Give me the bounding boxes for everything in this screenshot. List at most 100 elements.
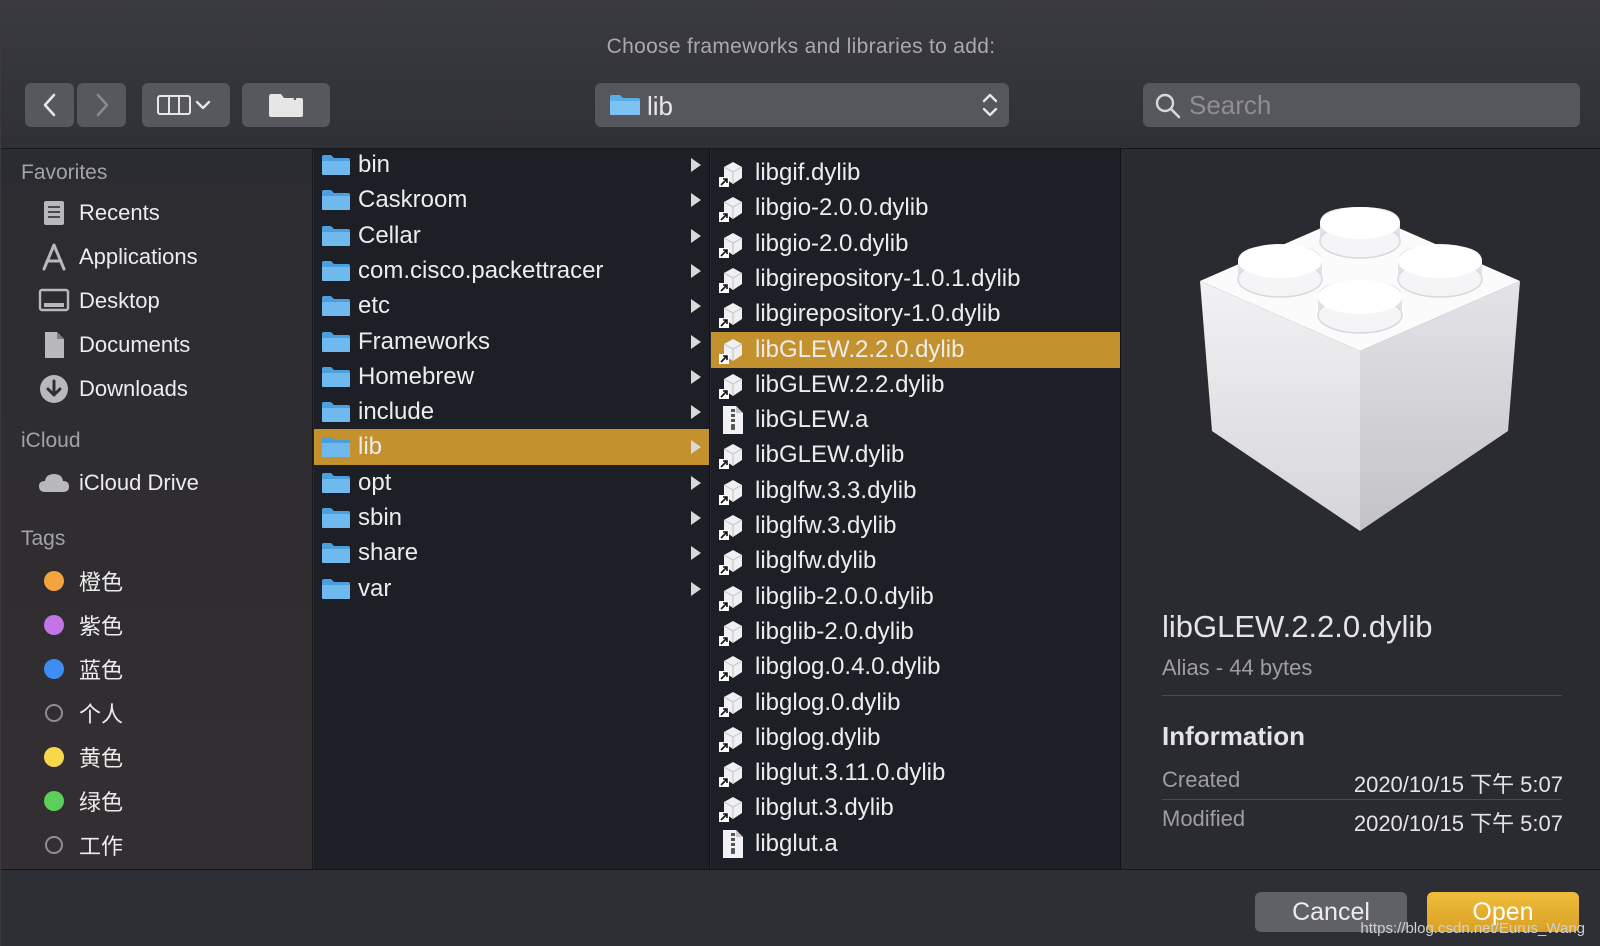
sidebar-item-recents[interactable]: Recents — [37, 195, 307, 231]
folder-name: var — [358, 574, 392, 602]
sidebar: Favorites Recents Applications Desktop D… — [1, 149, 313, 869]
disclosure-arrow-icon — [690, 545, 702, 566]
sidebar-item-desktop[interactable]: Desktop — [37, 283, 307, 319]
file-row[interactable]: libGLEW.dylib — [711, 437, 1120, 473]
folder-row[interactable]: com.cisco.packettracer — [314, 253, 709, 289]
alias-library-icon — [713, 758, 753, 788]
tags-header: Tags — [21, 527, 66, 550]
archive-file-icon — [713, 405, 753, 435]
forward-button[interactable] — [77, 83, 126, 127]
desktop-icon — [37, 285, 71, 317]
tag-color-dot — [44, 659, 64, 679]
file-row[interactable]: libGLEW.2.2.0.dylib — [711, 331, 1120, 368]
file-row[interactable]: libGLEW.a — [711, 402, 1120, 438]
folder-row[interactable]: Cellar — [314, 218, 709, 254]
favorites-header: Favorites — [21, 161, 108, 184]
path-popup[interactable]: lib — [595, 83, 1009, 127]
folder-row[interactable]: lib — [314, 429, 709, 466]
file-name: libgirepository-1.0.1.dylib — [755, 264, 1021, 292]
folder-name: Frameworks — [358, 327, 491, 355]
file-row[interactable]: libGLEW.2.2.dylib — [711, 367, 1120, 403]
sidebar-item-tag[interactable]: 蓝色 — [37, 651, 307, 687]
sidebar-item-tag[interactable]: 工作 — [37, 827, 307, 863]
file-row[interactable]: libglfw.3.dylib — [711, 508, 1120, 544]
file-name: libglog.0.dylib — [755, 688, 901, 716]
new-folder-button[interactable] — [242, 83, 330, 127]
file-row[interactable]: libglog.0.4.0.dylib — [711, 649, 1120, 685]
applications-icon — [37, 241, 71, 273]
tag-color-dot — [44, 571, 64, 591]
folder-name: Homebrew — [358, 362, 475, 390]
folder-icon — [610, 95, 640, 115]
created-label: Created — [1162, 767, 1241, 792]
sidebar-item-label: Recents — [79, 200, 160, 225]
file-row[interactable]: libglfw.3.3.dylib — [711, 473, 1120, 509]
tag-dot-icon — [37, 653, 71, 685]
modified-label: Modified — [1162, 806, 1246, 831]
file-row[interactable]: libgio-2.0.dylib — [711, 226, 1120, 262]
dialog-title: Choose frameworks and libraries to add: — [606, 35, 996, 58]
file-row[interactable]: libglog.dylib — [711, 720, 1120, 756]
archive-file-icon — [713, 829, 753, 859]
alias-library-icon — [713, 440, 753, 470]
folder-row[interactable]: var — [314, 571, 709, 607]
disclosure-arrow-icon — [690, 334, 702, 355]
file-row[interactable]: libglog.0.dylib — [711, 685, 1120, 721]
file-name: libGLEW.dylib — [755, 441, 905, 469]
search-input[interactable] — [1189, 87, 1569, 123]
search-field[interactable] — [1143, 83, 1580, 127]
tag-dot-icon — [37, 609, 71, 641]
file-row[interactable]: libgif.dylib — [711, 155, 1120, 191]
sidebar-item-tag[interactable]: 黄色 — [37, 739, 307, 775]
dialog-toolbar: Choose frameworks and libraries to add: … — [1, 1, 1600, 149]
file-row[interactable]: libgirepository-1.0.1.dylib — [711, 261, 1120, 297]
sidebar-item-label: Documents — [79, 332, 191, 357]
watermark-text: https://blog.csdn.net/Eurus_Wang — [1360, 920, 1585, 937]
disclosure-arrow-icon — [690, 263, 702, 284]
folder-row[interactable]: bin — [314, 149, 709, 183]
sidebar-item-downloads[interactable]: Downloads — [37, 371, 307, 407]
sidebar-item-tag[interactable]: 个人 — [37, 695, 307, 731]
folder-row[interactable]: Homebrew — [314, 359, 709, 395]
view-mode-button[interactable] — [142, 83, 230, 127]
folder-row[interactable]: Frameworks — [314, 324, 709, 360]
file-row[interactable]: libglut.a — [711, 826, 1120, 862]
sidebar-item-tag[interactable]: 紫色 — [37, 607, 307, 643]
folder-row[interactable]: sbin — [314, 500, 709, 536]
folder-name: etc — [358, 292, 391, 320]
file-name: libglog.dylib — [755, 723, 881, 751]
created-value: 2020/10/15 下午 5:07 — [1353, 772, 1563, 797]
folder-icon — [316, 154, 356, 176]
folder-name: share — [358, 539, 419, 567]
column-browser-parent: bin Caskroom Cellar com.cisco.packettracer e… — [314, 149, 710, 869]
folder-row[interactable]: Caskroom — [314, 182, 709, 218]
file-row[interactable]: libglut.3.11.0.dylib — [711, 755, 1120, 791]
sidebar-item-applications[interactable]: Applications — [37, 239, 307, 275]
folder-row[interactable]: include — [314, 394, 709, 430]
disclosure-arrow-icon — [690, 475, 702, 496]
file-name: libglib-2.0.dylib — [755, 617, 914, 645]
disclosure-arrow-icon — [690, 157, 702, 178]
folder-row[interactable]: opt — [314, 465, 709, 501]
file-row[interactable]: libgio-2.0.0.dylib — [711, 190, 1120, 226]
disclosure-arrow-icon — [690, 369, 702, 390]
sidebar-item-tag[interactable]: 绿色 — [37, 783, 307, 819]
tag-dot-icon — [37, 829, 71, 861]
sidebar-item-label: 蓝色 — [79, 658, 124, 683]
sidebar-item-tag[interactable]: 橙色 — [37, 563, 307, 599]
sidebar-item-label: 绿色 — [79, 790, 124, 815]
back-button[interactable] — [25, 83, 74, 127]
folder-row[interactable]: etc — [314, 288, 709, 324]
sidebar-item-documents[interactable]: Documents — [37, 327, 307, 363]
file-row[interactable]: libgirepository-1.0.dylib — [711, 296, 1120, 332]
sidebar-item-icloud-drive[interactable]: iCloud Drive — [37, 465, 307, 501]
file-row[interactable]: libglib-2.0.0.dylib — [711, 579, 1120, 615]
file-row[interactable]: libglut.3.dylib — [711, 790, 1120, 826]
tag-dot-icon — [37, 565, 71, 597]
folder-icon — [316, 295, 356, 317]
divider — [1162, 695, 1562, 696]
folder-row[interactable]: share — [314, 535, 709, 571]
file-name: libgio-2.0.0.dylib — [755, 194, 929, 222]
file-row[interactable]: libglfw.dylib — [711, 543, 1120, 579]
file-row[interactable]: libglib-2.0.dylib — [711, 614, 1120, 650]
